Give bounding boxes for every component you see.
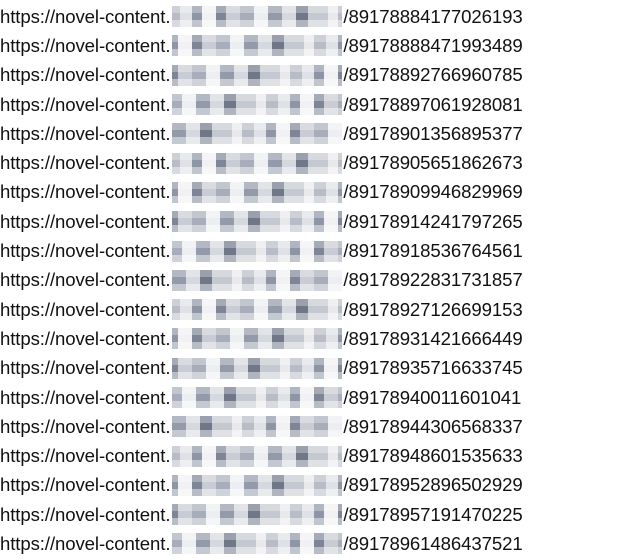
redacted-segment [172,357,343,379]
redacted-segment [172,123,343,145]
url-row: https://novel-content. /89178935716633745 [0,354,624,383]
url-suffix: /89178931421666449 [343,327,523,349]
url-row: https://novel-content. /89178948601535633 [0,441,624,470]
url-suffix: /89178961486437521 [343,532,523,554]
redacted-segment [172,474,343,496]
redacted-segment [172,35,343,57]
url-row: https://novel-content. /89178961486437521 [0,529,624,558]
url-suffix: /89178918536764561 [343,240,523,262]
url-suffix: /89178909946829969 [343,181,523,203]
url-suffix: /89178905651862673 [343,152,523,174]
redacted-segment [172,181,343,203]
url-suffix: /89178957191470225 [343,503,523,525]
url-row: https://novel-content. /89178957191470225 [0,500,624,529]
url-suffix: /89178897061928081 [343,93,523,115]
url-suffix: /89178952896502929 [343,474,523,496]
url-row: https://novel-content. /89178897061928081 [0,90,624,119]
url-suffix: /89178940011601041 [343,386,522,408]
url-list: https://novel-content. /89178884177026193… [0,2,624,559]
url-suffix: /89178935716633745 [343,357,523,379]
redacted-segment [172,64,343,86]
url-prefix: https://novel-content. [0,532,171,554]
url-suffix: /89178888471993489 [343,34,523,56]
url-row: https://novel-content. /89178944306568337 [0,412,624,441]
url-suffix: /89178914241797265 [343,210,523,232]
url-prefix: https://novel-content. [0,269,171,291]
url-prefix: https://novel-content. [0,415,171,437]
url-prefix: https://novel-content. [0,93,171,115]
url-suffix: /89178922831731857 [343,269,523,291]
url-prefix: https://novel-content. [0,152,171,174]
url-prefix: https://novel-content. [0,240,171,262]
url-prefix: https://novel-content. [0,210,171,232]
url-prefix: https://novel-content. [0,34,171,56]
url-prefix: https://novel-content. [0,503,171,525]
url-prefix: https://novel-content. [0,5,171,27]
redacted-segment [172,533,343,555]
redacted-segment [172,445,343,467]
url-suffix: /89178948601535633 [343,445,523,467]
url-row: https://novel-content. /89178940011601041 [0,383,624,412]
redacted-segment [172,240,343,262]
url-suffix: /89178927126699153 [343,298,523,320]
url-suffix: /89178892766960785 [343,64,523,86]
url-row: https://novel-content. /89178922831731857 [0,266,624,295]
redacted-segment [172,504,343,526]
url-row: https://novel-content. /89178892766960785 [0,61,624,90]
redacted-segment [172,299,343,321]
url-prefix: https://novel-content. [0,386,171,408]
url-row: https://novel-content. /89178952896502929 [0,471,624,500]
redacted-segment [172,387,343,408]
url-row: https://novel-content. /89178931421666449 [0,324,624,353]
url-row: https://novel-content. /89178918536764561 [0,236,624,265]
redacted-segment [172,152,343,174]
redacted-segment [172,211,343,233]
url-prefix: https://novel-content. [0,357,171,379]
redacted-segment [172,6,343,28]
url-row: https://novel-content. /89178914241797265 [0,207,624,236]
url-prefix: https://novel-content. [0,298,171,320]
url-prefix: https://novel-content. [0,474,171,496]
redacted-segment [172,94,343,116]
url-row: https://novel-content. /89178909946829969 [0,178,624,207]
url-row: https://novel-content. /89178905651862673 [0,148,624,177]
url-row: https://novel-content. /89178927126699153 [0,295,624,324]
url-row: https://novel-content. /89178884177026193 [0,2,624,31]
redacted-segment [172,328,343,350]
url-prefix: https://novel-content. [0,445,171,467]
url-prefix: https://novel-content. [0,181,171,203]
url-prefix: https://novel-content. [0,64,171,86]
url-prefix: https://novel-content. [0,327,171,349]
url-suffix: /89178944306568337 [343,415,523,437]
url-prefix: https://novel-content. [0,122,171,144]
redacted-segment [172,416,343,438]
url-row: https://novel-content. /89178888471993489 [0,31,624,60]
url-row: https://novel-content. /89178901356895377 [0,119,624,148]
redacted-segment [172,269,343,291]
url-suffix: /89178901356895377 [343,122,523,144]
url-suffix: /89178884177026193 [343,5,523,27]
